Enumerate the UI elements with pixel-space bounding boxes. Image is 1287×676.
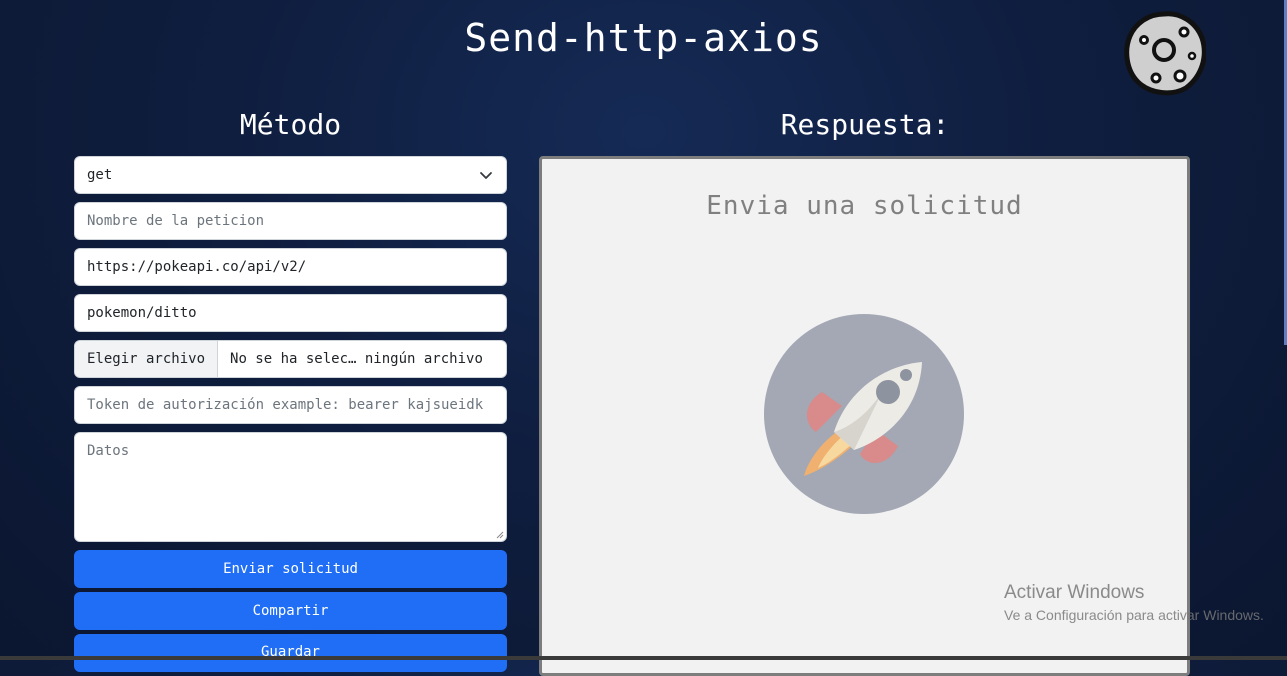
send-request-button[interactable]: Enviar solicitud — [74, 550, 507, 588]
save-button[interactable]: Guardar — [74, 634, 507, 672]
rocket-icon — [764, 314, 964, 514]
data-textarea[interactable]: Datos — [74, 432, 507, 542]
auth-token-placeholder: Token de autorización example: bearer ka… — [87, 397, 484, 413]
request-name-placeholder: Nombre de la peticion — [87, 213, 265, 229]
endpoint-path-input[interactable]: pokemon/ditto — [74, 294, 507, 332]
moon-icon — [1124, 11, 1206, 96]
response-section-title: Respuesta: — [780, 108, 950, 141]
method-select[interactable]: get — [74, 156, 507, 194]
choose-file-button[interactable]: Elegir archivo — [75, 341, 219, 377]
windows-activation-watermark: Activar Windows Ve a Configuración para … — [1004, 582, 1264, 623]
auth-token-input[interactable]: Token de autorización example: bearer ka… — [74, 386, 507, 424]
method-section-title: Método — [239, 108, 342, 141]
base-url-value: https://pokeapi.co/api/v2/ — [87, 259, 307, 275]
base-url-input[interactable]: https://pokeapi.co/api/v2/ — [74, 248, 507, 286]
share-button[interactable]: Compartir — [74, 592, 507, 630]
resize-handle-icon[interactable] — [496, 531, 504, 539]
watermark-title: Activar Windows — [1004, 582, 1145, 603]
chevron-down-icon — [480, 172, 492, 179]
file-status-text: No se ha selec… ningún archivo — [230, 351, 483, 367]
endpoint-path-value: pokemon/ditto — [87, 305, 197, 321]
data-placeholder: Datos — [87, 443, 130, 459]
response-empty-message: Envia una solicitud — [706, 191, 1023, 221]
app-title: Send-http-axios — [464, 16, 823, 60]
request-name-input[interactable]: Nombre de la peticion — [74, 202, 507, 240]
method-select-value: get — [87, 167, 113, 183]
bottom-border — [0, 656, 1287, 660]
watermark-subtitle: Ve a Configuración para activar Windows. — [1004, 607, 1264, 623]
file-input[interactable]: Elegir archivo No se ha selec… ningún ar… — [74, 340, 507, 378]
